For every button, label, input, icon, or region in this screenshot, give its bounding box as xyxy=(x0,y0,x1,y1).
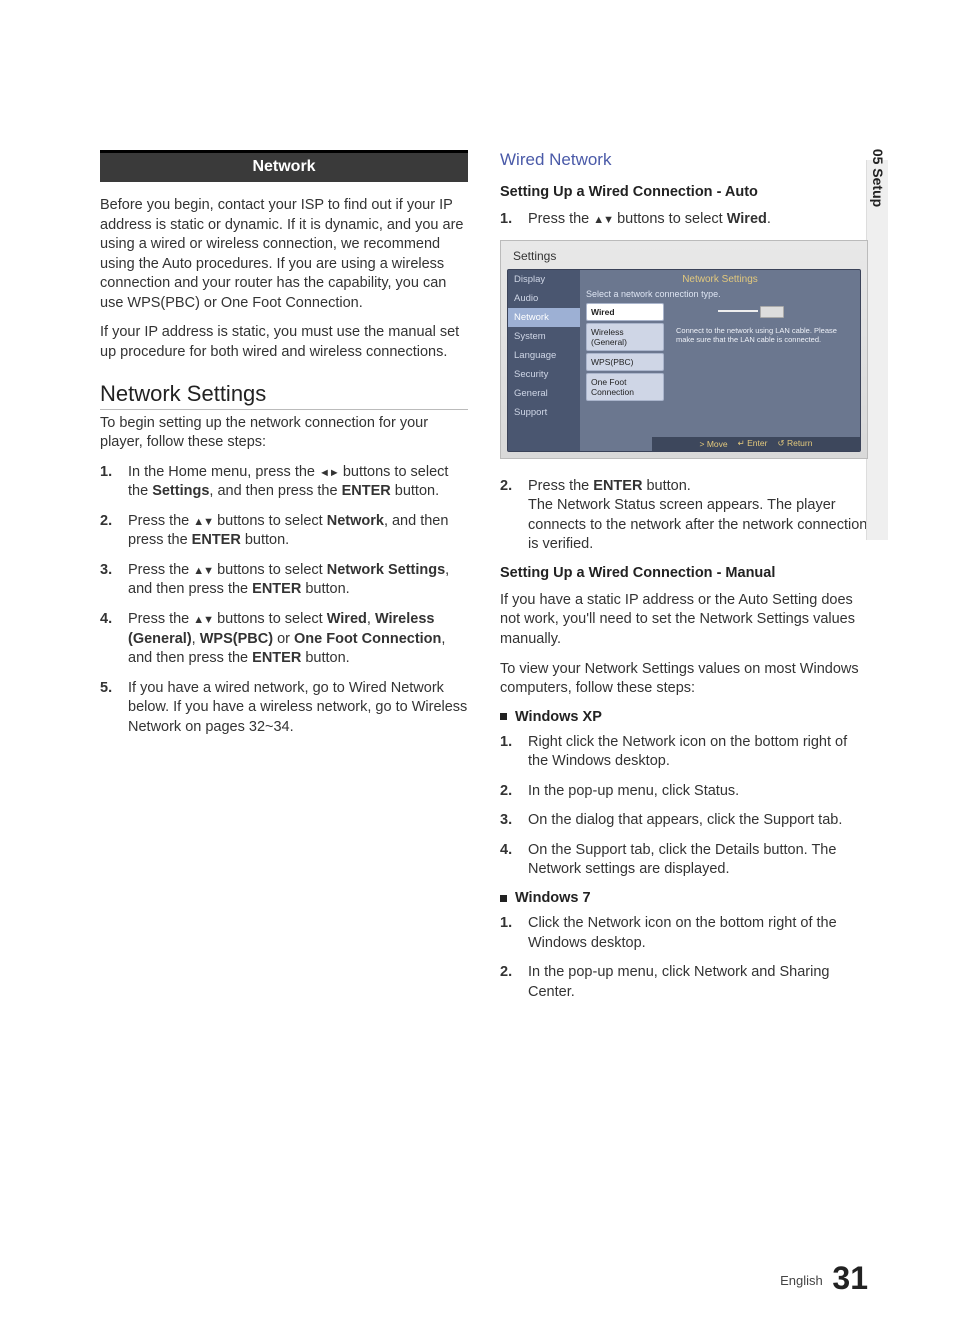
left-step-2: 2. Press the buttons to select Network, … xyxy=(100,512,468,551)
right-column: Wired Network Setting Up a Wired Connect… xyxy=(500,150,868,1012)
intro-paragraph-1: Before you begin, contact your ISP to fi… xyxy=(100,196,468,313)
osd-body: Display Audio Network System Language Se… xyxy=(507,269,861,452)
up-down-icon xyxy=(193,562,213,578)
left-steps: 1. In the Home menu, press the buttons t… xyxy=(100,463,468,738)
w7-step-2: 2.In the pop-up menu, click Network and … xyxy=(500,963,868,1002)
xp-step-3: 3.On the dialog that appears, click the … xyxy=(500,811,868,831)
footer-page-number: 31 xyxy=(832,1260,868,1296)
square-bullet-icon xyxy=(500,713,507,720)
manual-para-1: If you have a static IP address or the A… xyxy=(500,591,868,650)
left-column: Network Before you begin, contact your I… xyxy=(100,150,468,1012)
content-columns: Network Before you begin, contact your I… xyxy=(100,150,868,1012)
osd-sidebar: Display Audio Network System Language Se… xyxy=(508,270,580,451)
osd-main-title: Network Settings xyxy=(580,270,860,289)
osd-frame: Settings Display Audio Network System La… xyxy=(500,240,868,459)
xp-step-2: 2.In the pop-up menu, click Status. xyxy=(500,782,868,802)
osd-opt-wired: Wired xyxy=(586,303,664,321)
up-down-icon xyxy=(593,211,613,227)
up-down-icon xyxy=(193,611,213,627)
heading-wired-manual: Setting Up a Wired Connection - Manual xyxy=(500,565,868,581)
manual-para-2: To view your Network Settings values on … xyxy=(500,660,868,699)
page: 05 Setup Network Before you begin, conta… xyxy=(0,0,954,1339)
right-auto-steps-2: 2. Press the ENTER button. The Network S… xyxy=(500,477,868,555)
osd-side-security: Security xyxy=(508,365,580,384)
side-tab: 05 Setup xyxy=(866,160,888,540)
left-step-3: 3. Press the buttons to select Network S… xyxy=(100,561,468,600)
intro-paragraph-3: To begin setting up the network connecti… xyxy=(100,414,468,453)
osd-side-system: System xyxy=(508,327,580,346)
osd-main: Network Settings Select a network connec… xyxy=(580,270,860,451)
osd-list: Wired Wireless (General) WPS(PBC) One Fo… xyxy=(586,303,664,401)
osd-opt-wireless: Wireless (General) xyxy=(586,323,664,351)
osd-side-general: General xyxy=(508,384,580,403)
osd-select-line: Select a network connection type. xyxy=(580,289,860,303)
bullet-windows-7: Windows 7 xyxy=(500,890,868,906)
intro-paragraph-2: If your IP address is static, you must u… xyxy=(100,323,468,362)
section-banner-network: Network xyxy=(100,150,468,182)
heading-wired-network: Wired Network xyxy=(500,150,868,170)
left-right-icon xyxy=(319,464,339,480)
xp-step-4: 4.On the Support tab, click the Details … xyxy=(500,841,868,880)
footer-language: English xyxy=(780,1273,823,1288)
left-step-5: 5. If you have a wired network, go to Wi… xyxy=(100,679,468,738)
osd-side-display: Display xyxy=(508,270,580,289)
osd-foot-move: > Move xyxy=(700,439,728,449)
left-step-1: 1. In the Home menu, press the buttons t… xyxy=(100,463,468,502)
heading-wired-auto: Setting Up a Wired Connection - Auto xyxy=(500,184,868,200)
osd-side-network: Network xyxy=(508,308,580,327)
osd-note: Connect to the network using LAN cable. … xyxy=(676,326,854,344)
osd-window-title: Settings xyxy=(507,247,861,269)
xp-step-1: 1.Right click the Network icon on the bo… xyxy=(500,733,868,772)
xp-steps: 1.Right click the Network icon on the bo… xyxy=(500,733,868,880)
osd-screenshot: Settings Display Audio Network System La… xyxy=(500,240,868,459)
cable-icon xyxy=(718,304,784,318)
heading-network-settings: Network Settings xyxy=(100,381,468,410)
right-auto-steps: 1. Press the buttons to select Wired. xyxy=(500,210,868,230)
osd-opt-onefoot: One Foot Connection xyxy=(586,373,664,401)
page-footer: English 31 xyxy=(780,1260,868,1297)
osd-footer: > Move ↵ Enter ↺ Return xyxy=(652,437,860,451)
square-bullet-icon xyxy=(500,895,507,902)
left-step-4: 4. Press the buttons to select Wired, Wi… xyxy=(100,610,468,669)
up-down-icon xyxy=(193,513,213,529)
osd-side-audio: Audio xyxy=(508,289,580,308)
osd-opt-wps: WPS(PBC) xyxy=(586,353,664,371)
right-auto-step-2: 2. Press the ENTER button. The Network S… xyxy=(500,477,868,555)
side-tab-text: 05 Setup xyxy=(870,149,886,207)
w7-steps: 1.Click the Network icon on the bottom r… xyxy=(500,914,868,1002)
osd-side-support: Support xyxy=(508,403,580,422)
w7-step-1: 1.Click the Network icon on the bottom r… xyxy=(500,914,868,953)
osd-foot-enter: ↵ Enter xyxy=(738,438,768,449)
osd-foot-return: ↺ Return xyxy=(777,438,812,449)
bullet-windows-xp: Windows XP xyxy=(500,709,868,725)
right-auto-step-1: 1. Press the buttons to select Wired. xyxy=(500,210,868,230)
osd-side-language: Language xyxy=(508,346,580,365)
